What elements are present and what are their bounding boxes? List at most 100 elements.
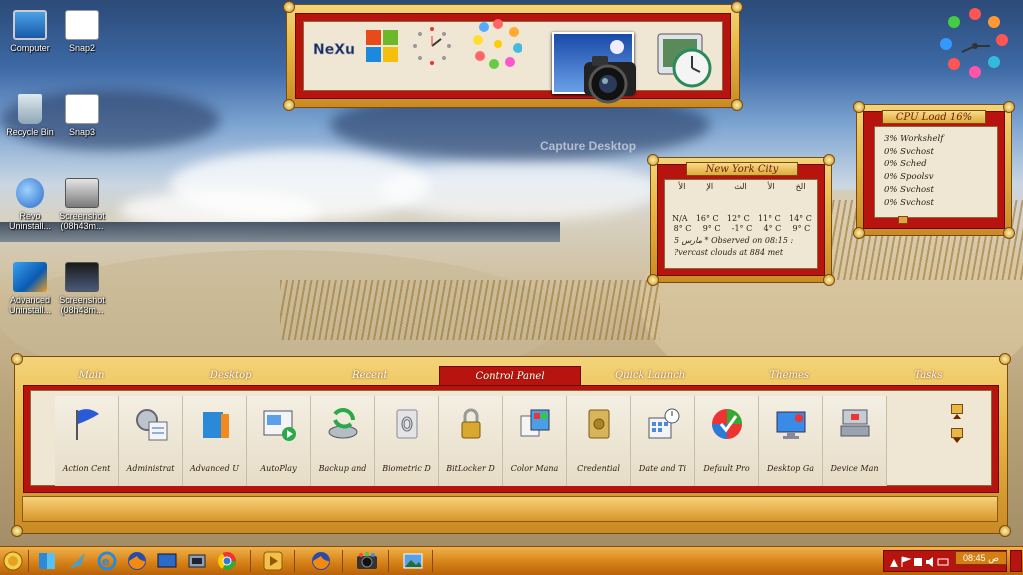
media-player-icon[interactable] [260, 549, 286, 573]
desktop-icon-recycle-bin[interactable]: Recycle Bin [0, 94, 60, 137]
nexus-icon[interactable]: NeXuS [306, 20, 358, 72]
image-file-icon [65, 178, 99, 208]
media-center-icon[interactable] [184, 549, 210, 573]
weather-highs-row: N/A 16° C 12° C 11° C 14° C [672, 214, 812, 223]
weather-body: الأ الإ الث الأ الخ N/A 16° C 12° C 11° … [668, 178, 816, 262]
bitlocker-lock-icon [461, 408, 481, 439]
launcher-bottom-bar [22, 496, 998, 522]
tile-backup-restore[interactable]: Backup and [311, 396, 375, 486]
backup-restore-icon [328, 408, 358, 439]
svg-text:e: e [102, 555, 109, 568]
windows-logo-icon[interactable] [356, 20, 408, 72]
weather-condition-text: ?vercast clouds at 884 met [674, 248, 784, 257]
internet-explorer-icon[interactable]: e [94, 549, 120, 573]
volume-icon [926, 557, 933, 567]
system-clock-icon[interactable] [654, 30, 714, 90]
scroll-up-button[interactable] [951, 404, 963, 419]
image-file-icon [65, 262, 99, 292]
advanced-user-icon [203, 412, 229, 438]
camera-app-icon[interactable] [354, 549, 380, 573]
desktop-icon-screenshot-2[interactable]: Screenshot (08h43m... [52, 262, 112, 315]
flower-clock-gadget[interactable] [932, 6, 1018, 86]
tab-tasks[interactable]: Tasks [859, 366, 998, 386]
quill-icon[interactable] [64, 549, 90, 573]
cpu-process-item: 0% Svchost [884, 184, 934, 195]
show-desktop-button[interactable] [1010, 550, 1022, 572]
cpu-load-title: CPU Load 16% [882, 110, 986, 124]
desktop-icon-snap2[interactable]: Snap2 [52, 10, 112, 53]
weather-lows-row: 8° C 9° C -1° C 4° C 9° C [673, 224, 811, 233]
advanced-uninstaller-icon [13, 262, 47, 292]
weather-days-row: الأ الإ الث الأ الخ [678, 182, 806, 191]
revo-uninstaller-icon [16, 178, 44, 208]
image-file-icon [65, 94, 99, 124]
desktop-icon-advanced-uninstaller[interactable]: Advanced Uninstall... [0, 262, 60, 315]
show-desktop-icon[interactable] [154, 549, 180, 573]
camera-icon[interactable] [578, 50, 642, 114]
action-flag-icon [901, 556, 912, 567]
administrative-tools-icon [136, 409, 168, 441]
svg-text:NeXuS: NeXuS [313, 42, 355, 58]
launcher-tabs: Main Desktop Recent Control Panel Quick … [22, 366, 998, 386]
tile-color-management[interactable]: Color Mana [503, 396, 567, 486]
date-time-icon [648, 408, 680, 439]
cpu-process-item: 0% Svchost [884, 146, 934, 157]
tile-device-manager[interactable]: Device Man [823, 396, 887, 486]
image-file-icon [65, 10, 99, 40]
tab-main[interactable]: Main [22, 366, 161, 386]
start-orb-icon[interactable] [2, 549, 24, 573]
power-icon [937, 558, 949, 566]
tile-date-time[interactable]: Date and Ti [631, 396, 695, 486]
tile-credential-manager[interactable]: Credential [567, 396, 631, 486]
capture-desktop-label: Capture Desktop [540, 139, 637, 153]
default-programs-icon [712, 409, 742, 439]
scroll-down-button[interactable] [951, 428, 963, 443]
tile-administrative-tools[interactable]: Administrat [119, 396, 183, 486]
cpu-process-list: 3% Workshelf 0% Svchost 0% Sched 0% Spoo… [884, 133, 994, 209]
tab-themes[interactable]: Themes [720, 366, 859, 386]
recycle-bin-icon [18, 94, 42, 124]
tab-recent[interactable]: Recent [300, 366, 439, 386]
action-center-flag-icon [76, 409, 99, 440]
desktop-icon-snap3[interactable]: Snap3 [52, 94, 112, 137]
chrome-icon[interactable] [214, 549, 240, 573]
tab-desktop[interactable]: Desktop [161, 366, 300, 386]
control-panel-tiles: Action Cent Administrat Advanced U AutoP… [55, 396, 887, 486]
autoplay-icon [263, 410, 296, 441]
tile-bitlocker[interactable]: BitLocker D [439, 396, 503, 486]
tab-quick-launch[interactable]: Quick Launch [581, 366, 720, 386]
cpu-process-item: 3% Workshelf [884, 134, 944, 144]
pictures-app-icon[interactable] [400, 549, 426, 573]
cpu-process-item: 0% Svchost [884, 197, 934, 208]
tab-control-panel[interactable]: Control Panel [439, 366, 581, 386]
tile-action-center[interactable]: Action Cent [55, 396, 119, 486]
taskbar: e 08:45 ص [0, 546, 1023, 575]
computer-icon [13, 10, 47, 40]
weather-city-title: New York City [686, 162, 798, 176]
windows-explorer-icon[interactable] [34, 549, 60, 573]
fingerprint-icon [396, 409, 418, 439]
tile-autoplay[interactable]: AutoPlay [247, 396, 311, 486]
desktop-gadgets-icon [776, 411, 806, 439]
network-icon [914, 558, 922, 566]
firefox-window-icon[interactable] [308, 549, 334, 573]
flower-icon[interactable] [470, 18, 522, 70]
credential-vault-icon [588, 409, 610, 439]
tile-desktop-gadgets[interactable]: Desktop Ga [759, 396, 823, 486]
taskbar-clock[interactable]: 08:45 ص [955, 551, 1007, 565]
clock-gadget-icon[interactable] [406, 20, 458, 72]
cpu-process-item: 0% Spoolsv [884, 172, 934, 183]
notification-arrow-icon [890, 559, 898, 567]
device-manager-icon [840, 409, 870, 437]
desktop-icon-revo-uninstaller[interactable]: Revo Uninstall... [0, 178, 60, 231]
weather-observed-text: 5 مارس * Observed on 08:15 : [674, 236, 794, 245]
tile-default-programs[interactable]: Default Pro [695, 396, 759, 486]
desktop-icon-screenshot-1[interactable]: Screenshot (08h43m... [52, 178, 112, 231]
cpu-process-item: 0% Sched [884, 159, 927, 170]
firefox-icon[interactable] [124, 549, 150, 573]
tile-biometric-devices[interactable]: Biometric D [375, 396, 439, 486]
tile-advanced-user[interactable]: Advanced U [183, 396, 247, 486]
desktop-icon-computer[interactable]: Computer [0, 10, 60, 53]
color-management-icon [520, 409, 550, 437]
cpu-bar [898, 216, 908, 224]
